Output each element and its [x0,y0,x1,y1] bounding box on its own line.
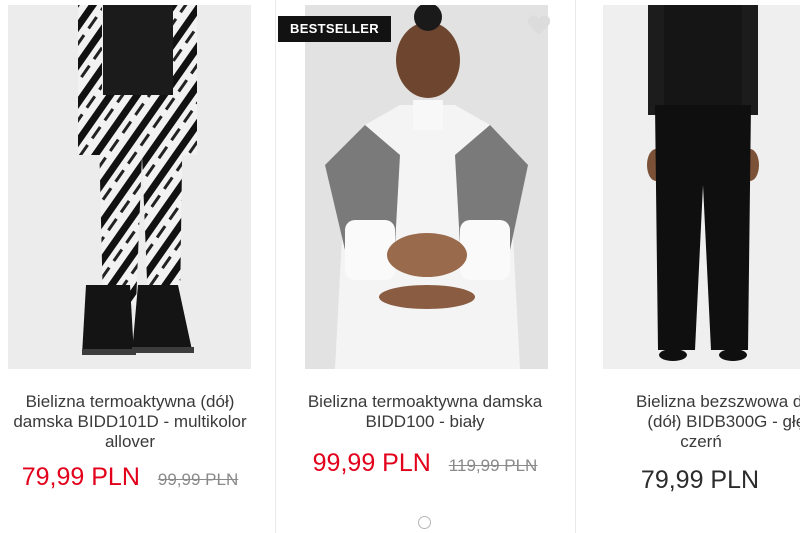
product-image-2[interactable] [305,5,548,369]
product-title-1[interactable]: Bielizna termoaktywna (dół) damska BIDD1… [0,392,260,452]
product-card-3[interactable]: Bielizna bezszwowa dam (dół) BIDB300G - … [576,0,800,533]
carousel-dot[interactable] [418,516,431,529]
price-row-2: 99,99 PLN 119,99 PLN [276,449,574,478]
product-title-line: Bielizna termoaktywna damska [307,392,543,411]
product-title-line: czerń [680,432,722,451]
heart-icon[interactable] [527,14,551,36]
product-card-2[interactable]: Bielizna termoaktywna damska BIDD100 - b… [276,0,574,533]
product-title-line: Bielizna termoaktywna (dół) [25,392,235,411]
bestseller-badge: BESTSELLER [278,16,391,42]
price: 79,99 PLN [640,466,760,494]
old-price: 119,99 PLN [448,456,538,475]
old-price: 99,99 PLN [157,470,239,489]
price-row-3: 79,99 PLN [576,466,800,495]
product-photo-leggings-multicolor [78,5,197,355]
price-row-1: 79,99 PLN 99,99 PLN [0,463,260,492]
sale-price: 79,99 PLN [21,463,140,491]
product-title-2[interactable]: Bielizna termoaktywna damska BIDD100 - b… [276,392,574,432]
product-title-line: allover [104,432,156,451]
product-title-3[interactable]: Bielizna bezszwowa dam (dół) BIDB300G - … [556,392,800,452]
product-photo-seamless-black [647,5,759,361]
product-title-line: damska BIDD101D - multikolor [13,412,247,431]
product-image-1[interactable] [8,5,251,369]
sale-price: 99,99 PLN [312,449,431,477]
product-title-line: BIDD100 - biały [365,412,485,431]
product-card-1[interactable]: Bielizna termoaktywna (dół) damska BIDD1… [0,0,260,533]
product-title-line: (dół) BIDB300G - głęb [647,412,800,431]
product-photo-thermal-top-white [325,5,528,369]
product-image-3[interactable] [603,5,800,369]
product-title-line: Bielizna bezszwowa dam [636,392,800,411]
